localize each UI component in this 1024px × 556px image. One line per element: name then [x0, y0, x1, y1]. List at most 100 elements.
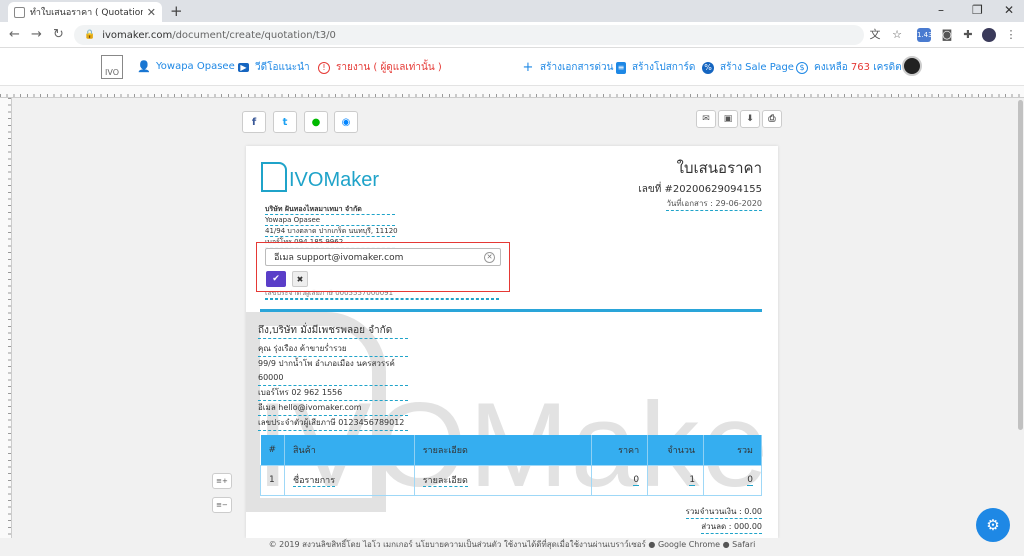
credit-value: 763 — [850, 62, 870, 73]
document-number[interactable]: เลขที่ #20200629094155 — [638, 182, 762, 197]
cell-qty-text: 1 — [689, 475, 696, 486]
credit-prefix: คงเหลือ — [814, 62, 848, 73]
print-icon[interactable]: ⎙ — [762, 110, 782, 128]
cell-product[interactable]: ชื่อรายการ — [284, 464, 415, 496]
cancel-button[interactable]: ✖ — [292, 271, 308, 287]
page-favicon-icon — [14, 6, 25, 18]
customer-phone[interactable]: เบอร์โทร 02 962 1556 — [258, 386, 408, 401]
header-divider — [260, 309, 762, 312]
new-tab-icon[interactable]: + — [170, 2, 183, 20]
email-icon[interactable]: ✉ — [696, 110, 716, 128]
download-icon[interactable]: ⬇ — [740, 110, 760, 128]
save-icon[interactable]: ▣ — [718, 110, 738, 128]
document-icon: ≡ — [616, 61, 626, 74]
tab-close-icon[interactable]: ✕ — [147, 6, 156, 19]
issuer-name[interactable]: บริษัท ฝันทองไหลมาเทมา จำกัด — [265, 204, 395, 215]
create-poster-link[interactable]: ≡ สร้างโปสการ์ด — [616, 60, 695, 75]
report-link[interactable]: ! รายงาน ( ผู้ดูแลเท่านั้น ) — [318, 60, 442, 75]
info-icon: ! — [318, 61, 330, 74]
customer-address[interactable]: 99/9 ปากน้ำโพ อำเภอเมือง นครสวรรค์ 60000 — [258, 357, 408, 386]
create-sale-page-link[interactable]: % สร้าง Sale Page — [702, 60, 794, 75]
company-logo[interactable]: IVOMaker — [261, 162, 379, 192]
address-bar: ← → ↻ 🔒 ivomaker.com/document/create/quo… — [0, 22, 1024, 48]
maximize-icon[interactable]: ❐ — [972, 3, 983, 17]
app-header: IVO 👤 Yowapa Opasee ▶ วีดีโอแนะนำ ! รายง… — [0, 48, 1024, 86]
quick-doc-link[interactable]: + สร้างเอกสารด่วน — [522, 60, 614, 75]
quick-doc-label: สร้างเอกสารด่วน — [540, 62, 614, 73]
cell-total-text: 0 — [747, 475, 753, 486]
reload-icon[interactable]: ↻ — [53, 27, 64, 42]
extension-badge-icon[interactable]: 1.43 — [917, 28, 933, 42]
remove-row-icon[interactable]: ≡− — [212, 497, 232, 513]
plus-icon: + — [522, 60, 534, 75]
share-messenger-icon[interactable]: ◉ — [334, 111, 358, 133]
user-avatar[interactable] — [902, 56, 922, 76]
minimize-icon[interactable]: – — [938, 3, 944, 17]
confirm-button[interactable]: ✔ — [266, 271, 286, 287]
cell-price[interactable]: 0 — [591, 464, 649, 496]
credit-balance[interactable]: $ คงเหลือ 763 เครดิต — [796, 60, 902, 75]
credit-suffix: เครดิต — [873, 62, 902, 73]
share-line-icon[interactable]: ● — [304, 111, 328, 133]
create-poster-label: สร้างโปสการ์ด — [632, 62, 696, 73]
customer-contact[interactable]: คุณ รุ่งเรือง ค้าขายร่ำรวย — [258, 342, 408, 357]
cell-qty[interactable]: 1 — [647, 464, 705, 496]
brand-document-icon — [261, 162, 287, 192]
share-facebook-icon[interactable]: f — [242, 111, 266, 133]
vertical-ruler — [0, 98, 12, 538]
bookmark-star-icon[interactable]: ☆ — [890, 28, 904, 42]
clear-input-icon[interactable]: ✕ — [484, 252, 495, 263]
add-row-icon[interactable]: ≡+ — [212, 473, 232, 489]
items-table: # สินค้า รายละเอียด ราคา จำนวน รวม 1 ชื่… — [259, 435, 762, 496]
scrollbar-thumb[interactable] — [1018, 100, 1023, 430]
cell-detail[interactable]: รายละเอียด — [413, 464, 593, 496]
create-sale-page-label: สร้าง Sale Page — [720, 62, 794, 73]
cell-detail-text: รายละเอียด — [422, 476, 468, 487]
ivo-logo[interactable]: IVO — [101, 55, 123, 79]
issuer-address[interactable]: 41/94 บางตลาด ปากเกร็ด นนทบุรี, 11120 — [265, 226, 398, 237]
email-field[interactable]: อีเมล support@ivomaker.com ✕ — [265, 248, 501, 266]
profile-avatar[interactable] — [982, 28, 996, 42]
brand-name: IVOMaker — [289, 169, 380, 191]
coin-icon: $ — [796, 61, 808, 74]
check-icon: ✔ — [272, 274, 280, 284]
customer-name[interactable]: ถึง,บริษัท มั่งมีเพชรพลอย จำกัด — [258, 324, 408, 339]
translate-icon[interactable]: ⽂ — [868, 28, 882, 42]
report-label: รายงาน ( ผู้ดูแลเท่านั้น ) — [336, 62, 442, 73]
video-guide-link[interactable]: ▶ วีดีโอแนะนำ — [238, 60, 310, 75]
page-footer: © 2019 สงวนลิขสิทธิ์โดย ไอโว เมกเกอร์ นโ… — [0, 538, 1024, 556]
discount[interactable]: ส่วนลด : 000.00 — [701, 520, 762, 534]
document-date[interactable]: วันที่เอกสาร : 29-06-2020 — [666, 197, 762, 211]
user-name: Yowapa Opasee — [156, 60, 235, 72]
cell-total: 0 — [703, 464, 762, 496]
camera-icon[interactable]: ◙ — [940, 28, 954, 42]
customer-tax-id[interactable]: เลขประจำตัวผู้เสียภาษี 0123456789012 — [258, 416, 408, 431]
email-edit-popover: อีเมล support@ivomaker.com ✕ ✔ ✖ — [256, 242, 510, 292]
browser-tab[interactable]: ทำใบเสนอราคา ( Quotation ) ออนไล ✕ — [8, 2, 162, 22]
table-header-row: # สินค้า รายละเอียด ราคา จำนวน รวม — [260, 435, 762, 465]
share-twitter-icon[interactable]: t — [273, 111, 297, 133]
browser-menu-icon[interactable]: ⋮ — [1004, 28, 1018, 42]
extensions-puzzle-icon[interactable]: ✚ — [961, 28, 975, 42]
col-detail: รายละเอียด — [414, 435, 593, 465]
customer-info: ถึง,บริษัท มั่งมีเพชรพลอย จำกัด คุณ รุ่ง… — [258, 324, 408, 431]
settings-fab[interactable]: ⚙ — [976, 508, 1010, 542]
horizontal-ruler — [0, 86, 1024, 98]
issuer-contact[interactable]: Yowapa Opasee — [265, 215, 395, 226]
col-number: # — [260, 435, 286, 465]
user-menu[interactable]: 👤 Yowapa Opasee — [137, 60, 235, 73]
email-field-value: อีเมล support@ivomaker.com — [274, 253, 404, 263]
forward-icon[interactable]: → — [31, 27, 42, 42]
url-field[interactable]: 🔒 ivomaker.com/document/create/quotation… — [74, 25, 864, 45]
video-guide-label: วีดีโอแนะนำ — [255, 62, 310, 73]
customer-email[interactable]: อีเมล hello@ivomaker.com — [258, 401, 408, 416]
col-total: รวม — [703, 435, 762, 465]
cell-price-text: 0 — [633, 475, 640, 486]
document-number-label: เลขที่ — [638, 184, 662, 195]
lock-icon: 🔒 — [84, 30, 96, 40]
back-icon[interactable]: ← — [9, 27, 20, 42]
issuer-extra-field[interactable] — [265, 298, 499, 299]
close-window-icon[interactable]: ✕ — [1004, 3, 1014, 17]
close-icon: ✖ — [296, 274, 304, 284]
document-title[interactable]: ใบเสนอราคา — [677, 156, 762, 180]
